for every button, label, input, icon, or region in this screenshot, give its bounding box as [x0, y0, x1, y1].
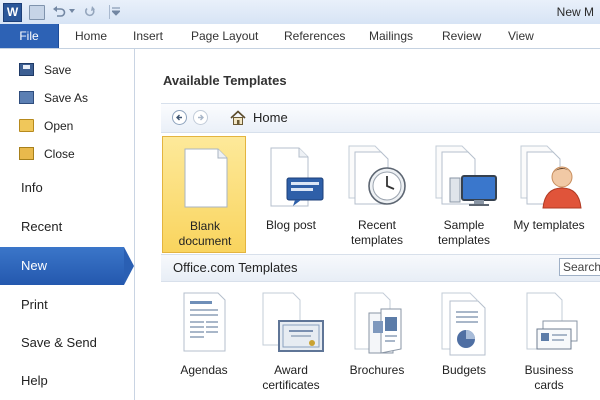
template-blog-post[interactable]: Blog post	[249, 136, 333, 253]
category-caption: Agendas	[180, 363, 228, 377]
nav-item-label: Print	[21, 297, 48, 312]
open-command[interactable]: Open	[0, 113, 134, 139]
open-folder-icon	[19, 119, 34, 132]
available-templates-heading: Available Templates	[163, 73, 287, 88]
budget-chart-icon	[441, 292, 486, 356]
template-caption: document	[178, 234, 232, 248]
template-caption: My templates	[513, 218, 585, 232]
template-blank-document[interactable]: Blank document	[162, 136, 246, 253]
template-breadcrumb-bar: Home	[161, 103, 600, 133]
templates-pane: Available Templates Home Blank document	[135, 49, 600, 400]
person-icon	[520, 145, 582, 209]
brochure-icon	[354, 292, 402, 354]
redo-icon[interactable]	[83, 5, 97, 19]
tab-references[interactable]: References	[284, 24, 345, 48]
template-caption: Recent	[357, 218, 397, 232]
quick-save-icon[interactable]	[29, 5, 45, 20]
close-label: Close	[44, 147, 75, 161]
category-budgets[interactable]: Budgets	[422, 287, 506, 399]
office-templates-heading: Office.com Templates	[173, 260, 298, 275]
tab-home[interactable]: Home	[75, 24, 107, 48]
save-label: Save	[44, 63, 72, 77]
toolbar-separator	[109, 5, 110, 19]
nav-item-label: Help	[21, 373, 48, 388]
office-templates-bar: Office.com Templates Search	[161, 254, 600, 282]
breadcrumb-home[interactable]: Home	[253, 104, 288, 132]
tab-review[interactable]: Review	[442, 24, 481, 48]
template-caption: templates	[437, 233, 491, 247]
ribbon-tab-bar: File Home Insert Page Layout References …	[0, 24, 600, 49]
nav-item-label: Save & Send	[21, 335, 97, 350]
category-business-cards[interactable]: Business cards	[507, 287, 591, 399]
category-caption: Brochures	[349, 363, 405, 377]
close-folder-icon	[19, 147, 34, 160]
nav-item-recent[interactable]: Recent	[0, 208, 134, 246]
nav-item-help[interactable]: Help	[0, 362, 134, 400]
back-button[interactable]	[172, 110, 187, 125]
business-card-icon	[526, 292, 578, 350]
backstage-nav: Save Save As Open Close Info Recent New …	[0, 49, 135, 400]
template-caption: Blog post	[265, 218, 317, 232]
nav-item-label: Recent	[21, 219, 63, 234]
template-caption: templates	[350, 233, 404, 247]
category-caption: certificates	[262, 378, 320, 392]
forward-arrow-icon	[198, 114, 204, 121]
nav-item-label: Info	[21, 180, 43, 195]
tab-mailings[interactable]: Mailings	[369, 24, 413, 48]
title-bar: W New M	[0, 0, 600, 24]
template-sample-templates[interactable]: Sample templates	[422, 136, 506, 253]
undo-dropdown-icon[interactable]	[69, 9, 75, 14]
save-as-label: Save As	[44, 91, 89, 105]
nav-item-info[interactable]: Info	[0, 169, 134, 207]
customize-toolbar-icon[interactable]	[112, 7, 120, 16]
tab-view[interactable]: View	[508, 24, 534, 48]
tab-page-layout[interactable]: Page Layout	[191, 24, 258, 48]
nav-item-print[interactable]: Print	[0, 286, 134, 324]
blog-post-icon	[270, 147, 324, 207]
category-agendas[interactable]: Agendas	[162, 287, 246, 399]
blank-document-icon	[184, 148, 228, 208]
category-caption: cards	[534, 378, 564, 392]
template-caption: Sample	[443, 218, 485, 232]
office-search-input[interactable]: Search	[559, 258, 600, 276]
tab-file[interactable]: File	[0, 24, 59, 48]
save-command[interactable]: Save	[0, 57, 134, 83]
forward-button[interactable]	[193, 110, 208, 125]
close-command[interactable]: Close	[0, 141, 134, 167]
window-title: New M	[556, 5, 594, 19]
nav-item-save-send[interactable]: Save & Send	[0, 324, 134, 362]
agenda-icon	[183, 292, 226, 352]
save-as-command[interactable]: Save As	[0, 85, 134, 111]
category-brochures[interactable]: Brochures	[335, 287, 419, 399]
nav-item-new[interactable]: New	[0, 247, 134, 285]
save-icon	[19, 63, 34, 76]
nav-item-label: New	[21, 258, 48, 273]
certificate-icon	[262, 292, 324, 352]
word-app-icon[interactable]: W	[3, 3, 22, 22]
category-caption: Award	[274, 363, 308, 377]
category-award-certificates[interactable]: Award certificates	[249, 287, 333, 399]
template-caption: Blank	[189, 219, 221, 233]
home-icon[interactable]	[230, 110, 246, 126]
open-label: Open	[44, 119, 74, 133]
template-my-templates[interactable]: My templates	[507, 136, 591, 253]
template-recent-templates[interactable]: Recent templates	[335, 136, 419, 253]
monitor-icon	[435, 145, 497, 206]
tab-insert[interactable]: Insert	[133, 24, 163, 48]
back-arrow-icon	[176, 114, 182, 121]
undo-icon[interactable]	[52, 5, 66, 19]
category-caption: Budgets	[441, 363, 487, 377]
clock-icon	[348, 145, 406, 205]
save-as-icon	[19, 91, 34, 104]
category-caption: Business	[524, 363, 574, 377]
